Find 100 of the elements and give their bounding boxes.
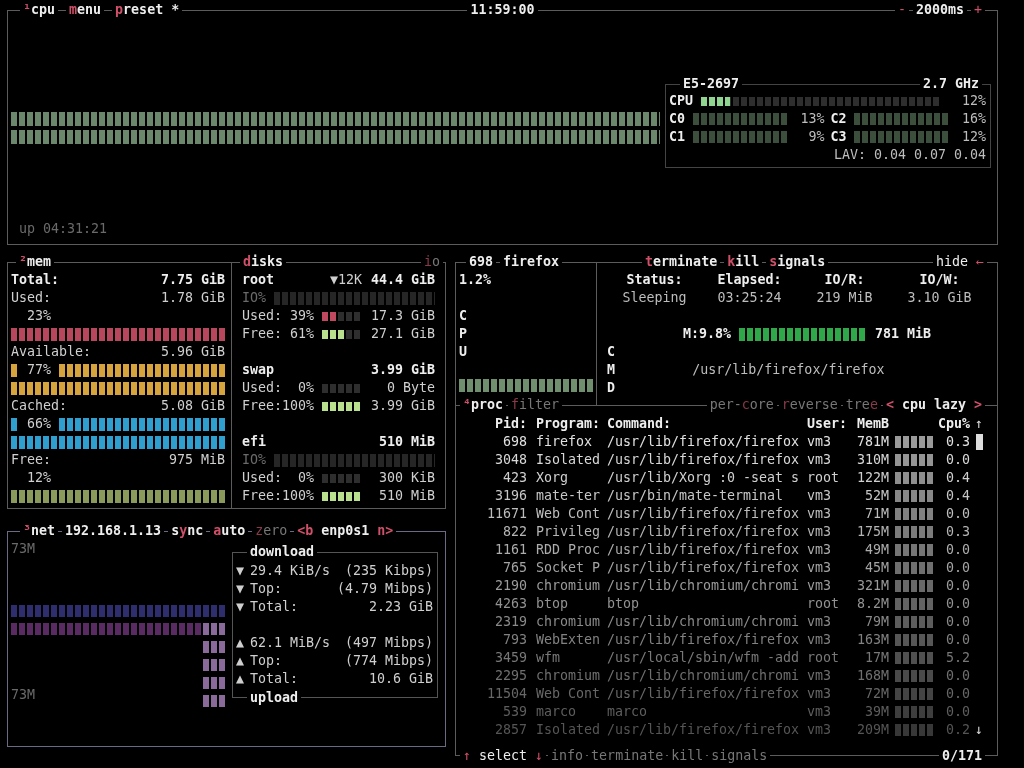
mem-label: Free: xyxy=(11,451,52,469)
table-cell-text: 822 xyxy=(501,523,527,541)
table-cell-text: vm3 xyxy=(806,703,833,721)
stat-label: IO/W: xyxy=(918,271,961,289)
table-cell-text: 0.0 xyxy=(944,613,970,631)
table-cell-text: 0.0 xyxy=(944,685,970,703)
core-label: C3 xyxy=(830,128,847,146)
mem-label: Available: xyxy=(11,343,92,361)
core-label: C2 xyxy=(830,110,847,128)
stat-label: Status: xyxy=(625,271,684,289)
io-label: IO% xyxy=(242,289,267,307)
column-header: MemB xyxy=(855,415,889,433)
table-cell-text: Isolated xyxy=(535,451,598,469)
table-cell-text: RDD Proc xyxy=(535,541,598,559)
column-header: Command: xyxy=(606,415,673,433)
disk-free-label: Free:100% xyxy=(242,487,315,505)
action-tab[interactable]: signals xyxy=(766,253,829,271)
disk-value: 300 KiB xyxy=(378,469,435,487)
disk-value: 17.3 GiB xyxy=(370,307,435,325)
action-tab[interactable]: signals xyxy=(708,747,771,765)
mem-value: 781 MiB xyxy=(875,325,932,343)
cpu-sparkline xyxy=(895,634,935,646)
load-average: LAV: 0.04 0.07 0.04 xyxy=(833,146,986,164)
mem-label: Used: xyxy=(11,289,52,307)
table-cell-text: 8.2M xyxy=(855,595,889,613)
table-cell-text: 168M xyxy=(855,667,889,685)
cpu-sparkline xyxy=(895,562,935,574)
table-cell-text: 163M xyxy=(855,631,889,649)
table-cell-text: vm3 xyxy=(806,613,833,631)
table-cell-text: vm3 xyxy=(806,487,833,505)
uptime: up 04:31:21 xyxy=(18,220,109,238)
scroll-up-icon[interactable]: ↑ xyxy=(970,415,988,433)
cmd-axis-label: CMD xyxy=(607,343,616,397)
scroll-down-icon[interactable]: ↓ xyxy=(970,721,988,739)
disk-value: 3.99 GiB xyxy=(370,397,435,415)
mem-value: 5.96 GiB xyxy=(160,343,225,361)
table-cell-text: Socket P xyxy=(535,559,598,577)
disk-value: 27.1 GiB xyxy=(370,325,435,343)
cpu-percent: 12% xyxy=(961,92,986,110)
disk-size: 44.4 GiB xyxy=(370,271,435,289)
table-cell-text: wfm xyxy=(535,649,562,667)
table-cell-text: 49M xyxy=(863,541,889,559)
scrollbar-thumb[interactable] xyxy=(975,434,983,450)
table-cell-text: 0.0 xyxy=(944,559,970,577)
cpu-sparkline xyxy=(895,688,935,700)
table-cell-text: chromium xyxy=(535,667,598,685)
arrow-icon: ▼ xyxy=(236,562,244,580)
mem-label: Total: xyxy=(11,271,60,289)
table-cell-text: firefox xyxy=(535,433,594,451)
table-cell-text: 2190 xyxy=(493,577,527,595)
disk-free-label: Free:100% xyxy=(242,397,315,415)
panel-tab[interactable]: ⁴ proc xyxy=(460,396,507,414)
table-cell-text: Web Cont xyxy=(535,505,598,523)
stat-value: 03:25:24 xyxy=(716,289,783,307)
table-cell-text: root xyxy=(806,595,841,613)
option-tab[interactable]: < cpu lazy > xyxy=(882,396,985,414)
table-cell-text: 71M xyxy=(863,505,889,523)
table-cell-text: vm3 xyxy=(806,541,833,559)
table-cell-text: vm3 xyxy=(806,631,833,649)
mem-value: 5.08 GiB xyxy=(160,397,225,415)
traffic-label: 29.4 KiB/s xyxy=(250,562,331,580)
table-cell-text: 781M xyxy=(855,433,889,451)
disk-free-label: Free: 61% xyxy=(242,325,315,343)
table-cell-text: /usr/lib/firefox/firefox xyxy=(606,559,798,577)
cpu-sparkline xyxy=(895,526,935,538)
cpu-sparkline xyxy=(895,706,935,718)
table-cell-text: 11504 xyxy=(485,685,527,703)
panel-tab[interactable]: <b enp0s1 n> xyxy=(294,522,397,540)
traffic-label: Total: xyxy=(250,598,299,616)
table-cell-text: 11671 xyxy=(485,505,527,523)
graph-scale: 73M xyxy=(11,686,36,704)
arrow-icon: ▲ xyxy=(236,670,244,688)
traffic-label: 62.1 MiB/s xyxy=(250,634,331,652)
column-header: Program: xyxy=(535,415,598,433)
table-cell-text: root xyxy=(806,649,841,667)
traffic-value: (235 Kibps) xyxy=(344,562,433,580)
core-percent: 13% xyxy=(800,110,825,128)
table-cell-text: chromium xyxy=(535,577,598,595)
panel-tab[interactable]: preset * xyxy=(112,1,183,19)
table-cell-text: Web Cont xyxy=(535,685,598,703)
column-header: User: xyxy=(806,415,849,433)
core-percent: 9% xyxy=(808,128,825,146)
table-cell-text: vm3 xyxy=(806,685,833,703)
table-cell-text: 122M xyxy=(855,469,889,487)
disk-meter xyxy=(322,329,363,339)
disk-value: 510 MiB xyxy=(378,487,435,505)
disk-size: 510 MiB xyxy=(378,433,435,451)
stat-value: 219 MiB xyxy=(815,289,874,307)
disk-value: 0 Byte xyxy=(386,379,435,397)
core-percent: 12% xyxy=(961,128,986,146)
disk-name: swap xyxy=(242,361,275,379)
table-cell-text: vm3 xyxy=(806,667,833,685)
table-cell-text: /usr/lib/firefox/firefox xyxy=(606,721,798,739)
io-label: IO% xyxy=(242,451,267,469)
cpu-sparkline xyxy=(895,544,935,556)
panel-tab[interactable]: ¹cpu xyxy=(20,1,59,19)
table-cell-text: 2857 xyxy=(493,721,527,739)
table-cell-text: /usr/lib/Xorg :0 -seat s xyxy=(606,469,798,487)
table-cell-text: marco xyxy=(606,703,649,721)
table-cell-text: btop xyxy=(606,595,641,613)
